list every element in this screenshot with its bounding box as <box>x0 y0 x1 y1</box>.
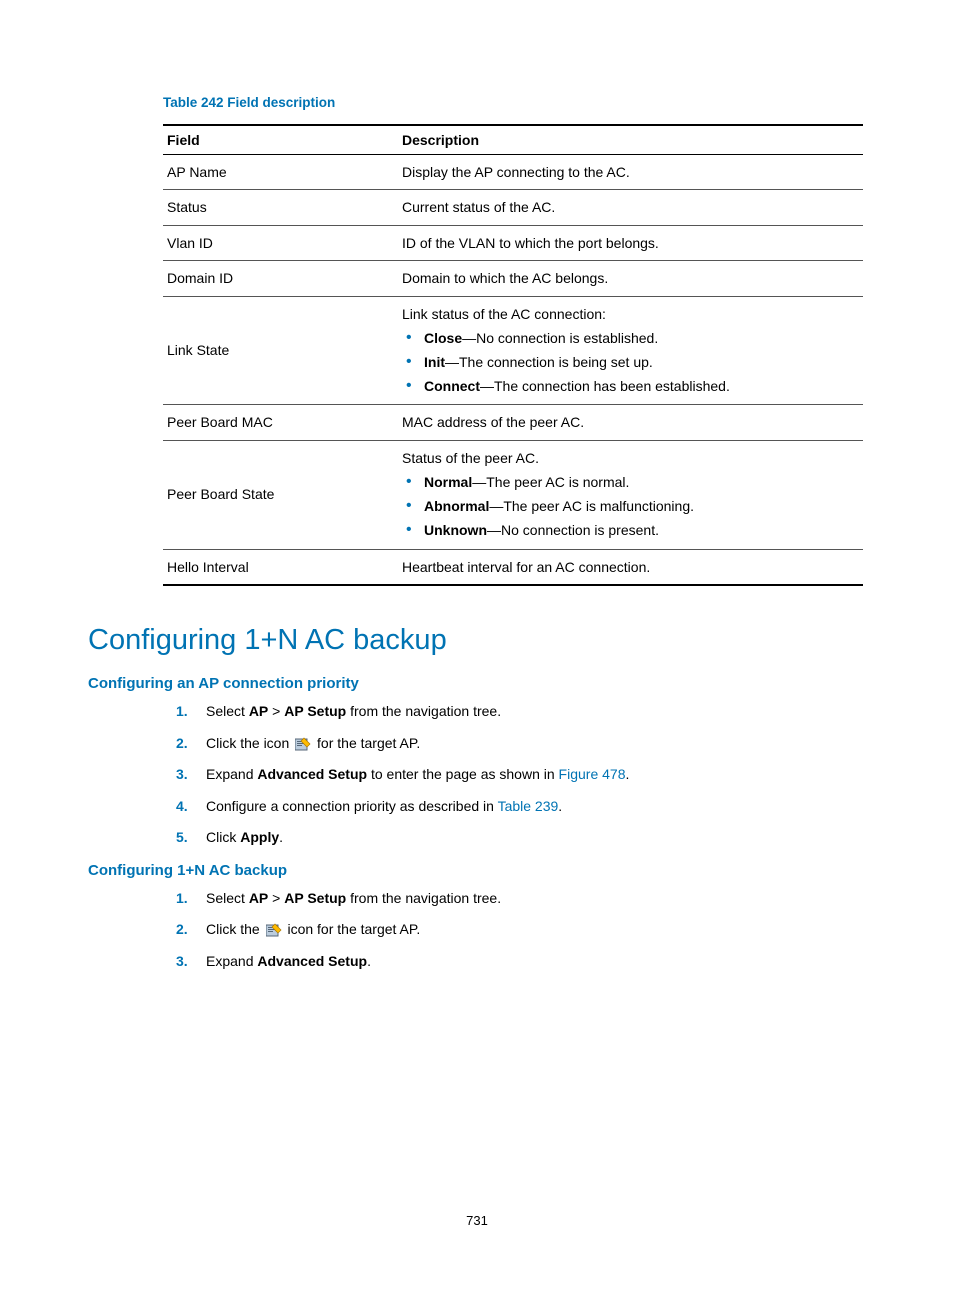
cell-desc: Link status of the AC connection: Close—… <box>398 296 863 405</box>
table-row: Vlan ID ID of the VLAN to which the port… <box>163 225 863 260</box>
cell-field: Peer Board State <box>163 440 398 549</box>
link-figure-478[interactable]: Figure 478 <box>559 766 626 782</box>
th-field: Field <box>163 125 398 155</box>
list-item: Expand Advanced Setup. <box>206 952 866 972</box>
table-row: AP Name Display the AP connecting to the… <box>163 155 863 190</box>
cell-field: Link State <box>163 296 398 405</box>
cell-desc: MAC address of the peer AC. <box>398 405 863 440</box>
cell-field: Status <box>163 190 398 225</box>
cell-field: Vlan ID <box>163 225 398 260</box>
link-table-239[interactable]: Table 239 <box>498 798 559 814</box>
list-item: Configure a connection priority as descr… <box>206 797 866 817</box>
field-description-table: Field Description AP Name Display the AP… <box>163 124 863 586</box>
steps-list: Select AP > AP Setup from the navigation… <box>164 702 866 848</box>
list-item: Click Apply. <box>206 828 866 848</box>
cell-lead: Status of the peer AC. <box>402 450 539 466</box>
list-item: Expand Advanced Setup to enter the page … <box>206 765 866 785</box>
table-row: Link State Link status of the AC connect… <box>163 296 863 405</box>
th-desc: Description <box>398 125 863 155</box>
edit-icon <box>266 923 282 937</box>
table-row: Status Current status of the AC. <box>163 190 863 225</box>
cell-field: AP Name <box>163 155 398 190</box>
cell-field: Hello Interval <box>163 549 398 585</box>
cell-desc: ID of the VLAN to which the port belongs… <box>398 225 863 260</box>
table-row: Domain ID Domain to which the AC belongs… <box>163 261 863 296</box>
cell-desc: Domain to which the AC belongs. <box>398 261 863 296</box>
heading-configuring-1n-backup-sub: Configuring 1+N AC backup <box>88 862 866 879</box>
cell-lead: Link status of the AC connection: <box>402 306 606 322</box>
table-row: Hello Interval Heartbeat interval for an… <box>163 549 863 585</box>
cell-desc: Display the AP connecting to the AC. <box>398 155 863 190</box>
page-number: 731 <box>0 1213 954 1228</box>
list-item: Select AP > AP Setup from the navigation… <box>206 702 866 722</box>
edit-icon <box>295 737 311 751</box>
table-caption: Table 242 Field description <box>163 95 866 110</box>
steps-list: Select AP > AP Setup from the navigation… <box>164 889 866 972</box>
list-item: Click the icon for the target AP. <box>206 734 866 754</box>
cell-desc: Status of the peer AC. Normal—The peer A… <box>398 440 863 549</box>
heading-ap-connection-priority: Configuring an AP connection priority <box>88 675 866 692</box>
cell-field: Domain ID <box>163 261 398 296</box>
table-row: Peer Board State Status of the peer AC. … <box>163 440 863 549</box>
table-row: Peer Board MAC MAC address of the peer A… <box>163 405 863 440</box>
cell-desc: Current status of the AC. <box>398 190 863 225</box>
list-item: Select AP > AP Setup from the navigation… <box>206 889 866 909</box>
cell-desc: Heartbeat interval for an AC connection. <box>398 549 863 585</box>
list-item: Click the icon for the target AP. <box>206 920 866 940</box>
cell-field: Peer Board MAC <box>163 405 398 440</box>
heading-configuring-1n-backup: Configuring 1+N AC backup <box>88 624 866 657</box>
